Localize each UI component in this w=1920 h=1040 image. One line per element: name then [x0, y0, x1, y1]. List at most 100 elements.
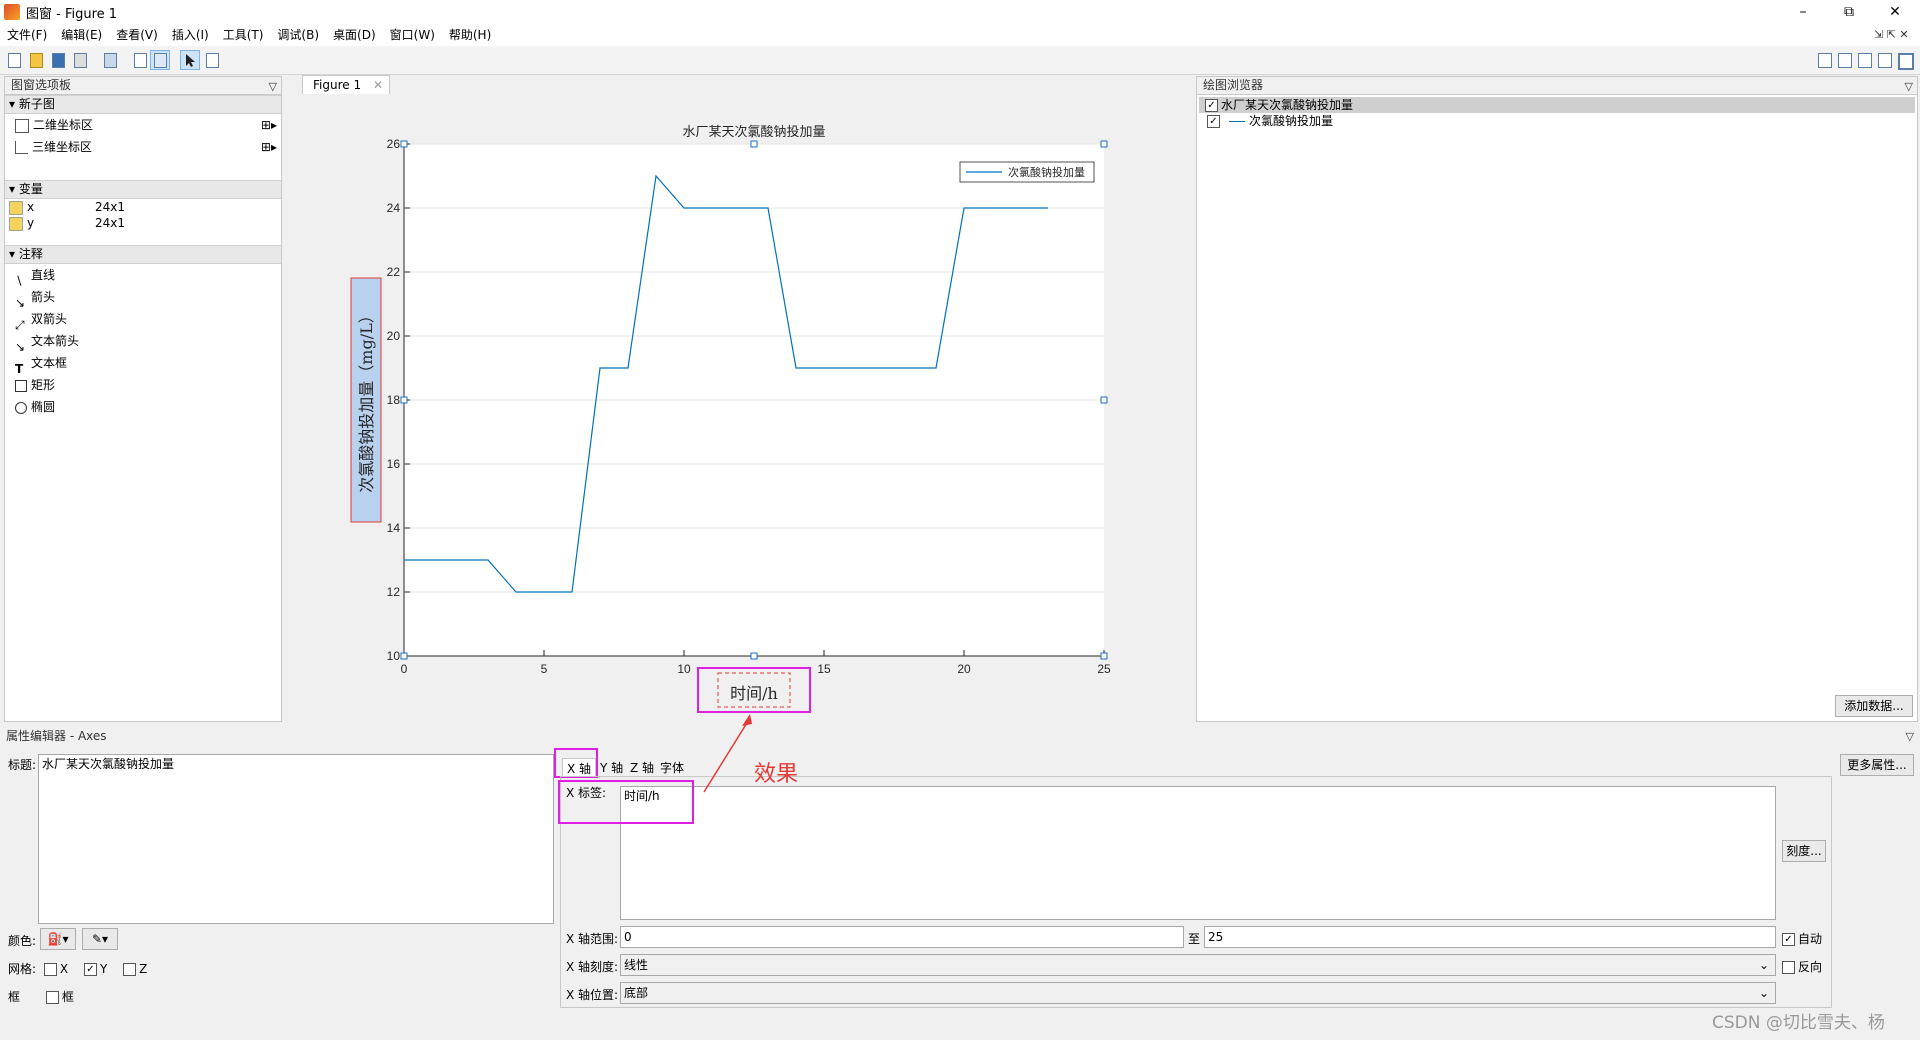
annot-double-arrow[interactable]: ⤢ 双箭头 [5, 308, 281, 332]
ticks-button[interactable]: 刻度... [1782, 840, 1826, 862]
tab-figure-1[interactable]: Figure 1 ✕ [302, 75, 390, 94]
menu-help[interactable]: 帮助(H) [442, 24, 498, 46]
tab-font[interactable]: 字体 [660, 759, 684, 776]
xscale-select[interactable]: 线性 ⌄ [620, 954, 1776, 976]
edge-color-button[interactable]: ✎▾ [82, 928, 118, 950]
show-tools-icon[interactable] [150, 50, 170, 70]
tab-z-axis[interactable]: Z 轴 [630, 759, 654, 776]
grid-y-checkbox[interactable]: ✓ Y [83, 962, 107, 976]
section-variables[interactable]: ▾ 变量 [5, 180, 281, 199]
property-inspector-icon[interactable] [202, 50, 222, 70]
title-field[interactable]: 水厂某天次氯酸钠投加量 [38, 754, 554, 924]
collapse-icon[interactable]: ▽ [1906, 728, 1914, 745]
xrange-to-field[interactable]: 25 [1204, 926, 1776, 948]
maximize-figure-icon[interactable] [1894, 50, 1914, 70]
more-properties-button[interactable]: 更多属性... [1840, 754, 1914, 776]
grid-label: 网格: [8, 962, 37, 976]
close-button[interactable]: ✕ [1872, 0, 1918, 24]
variable-y[interactable]: y 24x1 [5, 215, 281, 231]
annot-line[interactable]: ∖ 直线 [5, 264, 281, 288]
restore-button[interactable]: ⧉ [1826, 0, 1872, 24]
print-icon[interactable] [70, 50, 90, 70]
ellipse-icon [15, 401, 27, 414]
fill-color-button[interactable]: ⛽▾ [40, 928, 76, 950]
checkbox-checked[interactable]: ✓ [1207, 115, 1220, 128]
grid-z-checkbox[interactable]: Z [123, 962, 147, 976]
xloc-select[interactable]: 底部 ⌄ [620, 982, 1776, 1004]
grid-x-checkbox[interactable]: X [43, 962, 68, 976]
palette-item-2d-axes[interactable]: 二维坐标区 ⊞▸ [5, 114, 281, 136]
browser-item-axes[interactable]: ✓ 水厂某天次氯酸钠投加量 [1199, 97, 1915, 113]
box-checkbox[interactable]: 框 [45, 990, 74, 1004]
reverse-checkbox[interactable]: 反向 [1782, 958, 1822, 975]
menu-insert[interactable]: 插入(I) [165, 24, 216, 46]
x-tick-label: 15 [817, 662, 831, 676]
checkbox-unchecked[interactable] [123, 963, 137, 976]
annot-arrow[interactable]: ↘ 箭头 [5, 286, 281, 310]
menu-view[interactable]: 查看(V) [109, 24, 165, 46]
checkbox-checked[interactable]: ✓ [1205, 99, 1218, 112]
grid-z-label: Z [139, 962, 148, 976]
link-plot-icon[interactable] [100, 50, 120, 70]
collapse-icon[interactable]: ▽ [269, 78, 277, 95]
y-tick-label: 16 [387, 457, 401, 471]
checkbox-unchecked[interactable] [43, 963, 57, 976]
auto-checkbox[interactable]: ✓ 自动 [1782, 930, 1822, 947]
annot-textbox[interactable]: T 文本框 [5, 352, 281, 376]
layout-grid-icon[interactable] [1814, 50, 1834, 70]
menu-tools[interactable]: 工具(T) [216, 24, 271, 46]
open-file-icon[interactable] [26, 50, 46, 70]
grid-menu-icon[interactable]: ⊞▸ [261, 114, 277, 136]
checkbox-unchecked[interactable] [1782, 961, 1795, 974]
annot-text-arrow[interactable]: ↘ 文本箭头 [5, 330, 281, 354]
checkbox-unchecked[interactable] [45, 991, 59, 1004]
hide-tools-icon[interactable] [130, 50, 150, 70]
x-tick-label: 20 [957, 662, 971, 676]
selection-handle [400, 396, 408, 404]
xrange-from-field[interactable]: 0 [620, 926, 1184, 948]
close-tab-icon[interactable]: ✕ [373, 76, 383, 95]
annotation-arrow [703, 714, 752, 793]
dock-controls[interactable]: ⇲ ⇱ ✕ [1874, 28, 1909, 41]
checkbox-checked[interactable]: ✓ [1782, 933, 1795, 946]
minimize-button[interactable]: – [1780, 0, 1826, 24]
selection-handle [400, 652, 408, 660]
menu-edit[interactable]: 编辑(E) [54, 24, 109, 46]
add-data-button[interactable]: 添加数据... [1835, 695, 1913, 717]
collapse-icon[interactable]: ▽ [1905, 78, 1913, 95]
item-label: 次氯酸钠投加量 [1249, 114, 1334, 128]
section-new-subplot[interactable]: ▾ 新子图 [5, 95, 281, 114]
new-figure-icon[interactable] [4, 50, 24, 70]
grid-menu-icon[interactable]: ⊞▸ [261, 136, 277, 158]
annot-ellipse[interactable]: 椭圆 [5, 396, 281, 418]
figure-canvas[interactable]: 1012141618202224260 5 10 15 20 25水厂某天次氯酸钠投加量时… [296, 100, 1116, 730]
section-annotations[interactable]: ▾ 注释 [5, 245, 281, 264]
x-tick-label: 10 [677, 662, 691, 676]
menu-desktop[interactable]: 桌面(D) [326, 24, 383, 46]
property-editor: 标题: 水厂某天次氯酸钠投加量 颜色: ⛽▾ ✎▾ 网格: X ✓ Y Z 框 框… [0, 746, 1920, 1016]
double-arrow-icon: ⤢ [15, 317, 25, 332]
selection-handle [1100, 140, 1108, 148]
menu-window[interactable]: 窗口(W) [383, 24, 442, 46]
layout-rows-icon[interactable] [1854, 50, 1874, 70]
layout-columns-icon[interactable] [1834, 50, 1854, 70]
variable-x[interactable]: x 24x1 [5, 199, 281, 215]
item-label: 箭头 [31, 290, 56, 304]
undock-icon[interactable] [1874, 50, 1894, 70]
menu-debug[interactable]: 调试(B) [270, 24, 326, 46]
tab-y-axis[interactable]: Y 轴 [600, 759, 623, 776]
watermark: CSDN @切比雪夫、杨 [1712, 1013, 1885, 1033]
edit-plot-pointer-icon[interactable] [180, 50, 200, 70]
line-icon: ∖ [15, 273, 23, 288]
variable-name: y [27, 216, 35, 230]
palette-item-3d-axes[interactable]: 三维坐标区 ⊞▸ [5, 136, 281, 158]
selection-handle [750, 652, 758, 660]
browser-item-line[interactable]: ✓ 次氯酸钠投加量 [1199, 113, 1915, 129]
window-title: 图窗 - Figure 1 [26, 7, 118, 22]
checkbox-checked[interactable]: ✓ [83, 963, 97, 976]
save-icon[interactable] [48, 50, 68, 70]
xlabel-field[interactable]: 时间/h [620, 786, 1776, 920]
menu-bar: 文件(F) 编辑(E) 查看(V) 插入(I) 工具(T) 调试(B) 桌面(D) 窗口(W)… [0, 24, 1920, 46]
annot-rectangle[interactable]: 矩形 [5, 374, 281, 396]
menu-file[interactable]: 文件(F) [0, 24, 54, 46]
